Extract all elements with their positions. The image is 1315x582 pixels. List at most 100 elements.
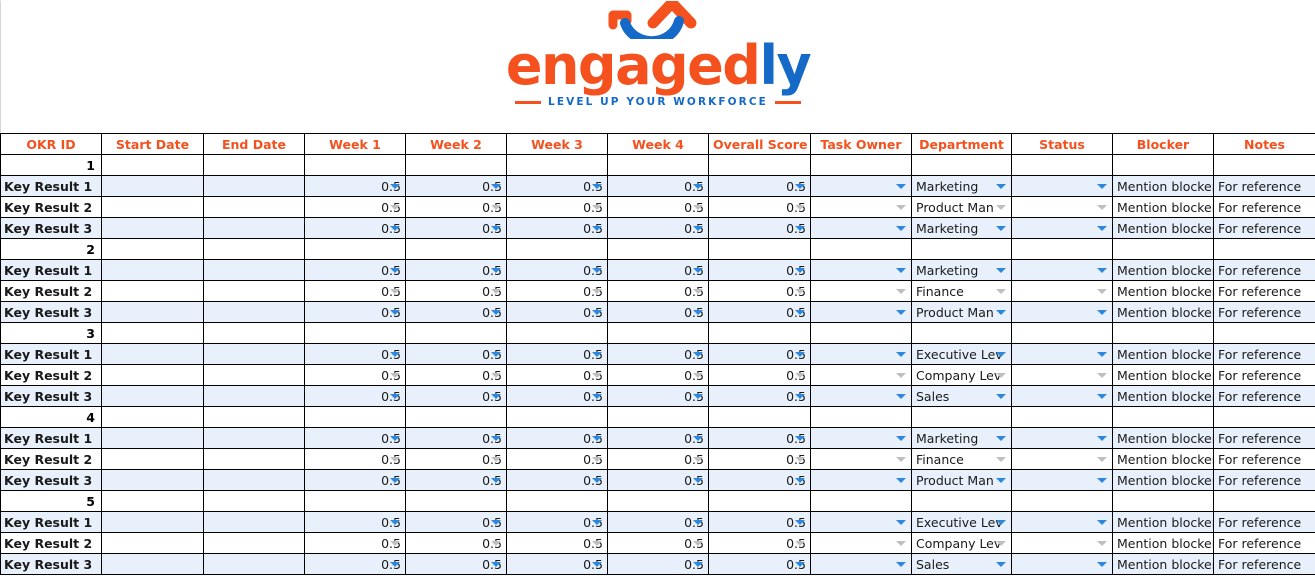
week-2-score[interactable]: 0.5	[405, 553, 507, 575]
overall-score[interactable]: 0.5	[708, 217, 811, 239]
blocker-cell[interactable]: Mention blocker	[1112, 364, 1214, 386]
week-4-score[interactable]: 0.5	[607, 364, 709, 386]
end-date-cell[interactable]	[203, 553, 305, 575]
chevron-down-icon[interactable]	[592, 373, 602, 378]
status-select[interactable]	[1011, 280, 1113, 302]
week-1-score[interactable]: 0.5	[304, 553, 406, 575]
chevron-down-icon[interactable]	[996, 520, 1006, 525]
chevron-down-icon[interactable]	[896, 184, 906, 189]
start-date-cell[interactable]	[101, 217, 204, 239]
overall-score[interactable]: 0.5	[708, 532, 811, 554]
status-select[interactable]	[1011, 448, 1113, 470]
department-select[interactable]: Finance	[911, 448, 1012, 470]
blocker-cell[interactable]: Mention blocker	[1112, 553, 1214, 575]
key-result-label[interactable]: Key Result 3	[0, 553, 102, 575]
empty-cell[interactable]	[1011, 322, 1113, 344]
chevron-down-icon[interactable]	[896, 478, 906, 483]
column-header-status[interactable]: Status	[1011, 133, 1113, 155]
end-date-cell[interactable]	[203, 175, 305, 197]
week-3-score[interactable]: 0.5	[506, 259, 608, 281]
empty-cell[interactable]	[607, 406, 709, 428]
key-result-label[interactable]: Key Result 2	[0, 364, 102, 386]
empty-cell[interactable]	[101, 490, 204, 512]
chevron-down-icon[interactable]	[996, 226, 1006, 231]
week-1-score[interactable]: 0.5	[304, 532, 406, 554]
chevron-down-icon[interactable]	[491, 478, 501, 483]
notes-cell[interactable]: For reference	[1213, 196, 1315, 218]
week-1-score[interactable]: 0.5	[304, 364, 406, 386]
empty-cell[interactable]	[506, 154, 608, 176]
overall-score[interactable]: 0.5	[708, 301, 811, 323]
task-owner-select[interactable]	[810, 217, 912, 239]
empty-cell[interactable]	[506, 238, 608, 260]
week-2-score[interactable]: 0.5	[405, 301, 507, 323]
chevron-down-icon[interactable]	[795, 562, 805, 567]
chevron-down-icon[interactable]	[693, 184, 703, 189]
week-2-score[interactable]: 0.5	[405, 196, 507, 218]
department-select[interactable]: Product Man	[911, 301, 1012, 323]
task-owner-select[interactable]	[810, 175, 912, 197]
start-date-cell[interactable]	[101, 175, 204, 197]
blocker-cell[interactable]: Mention blocker	[1112, 448, 1214, 470]
chevron-down-icon[interactable]	[1097, 205, 1107, 210]
chevron-down-icon[interactable]	[390, 352, 400, 357]
week-3-score[interactable]: 0.5	[506, 280, 608, 302]
chevron-down-icon[interactable]	[1097, 373, 1107, 378]
empty-cell[interactable]	[1213, 154, 1315, 176]
notes-cell[interactable]: For reference	[1213, 511, 1315, 533]
chevron-down-icon[interactable]	[693, 520, 703, 525]
week-2-score[interactable]: 0.5	[405, 511, 507, 533]
chevron-down-icon[interactable]	[592, 310, 602, 315]
status-select[interactable]	[1011, 196, 1113, 218]
chevron-down-icon[interactable]	[896, 289, 906, 294]
chevron-down-icon[interactable]	[390, 541, 400, 546]
chevron-down-icon[interactable]	[996, 205, 1006, 210]
week-4-score[interactable]: 0.5	[607, 469, 709, 491]
empty-cell[interactable]	[304, 238, 406, 260]
status-select[interactable]	[1011, 301, 1113, 323]
start-date-cell[interactable]	[101, 301, 204, 323]
chevron-down-icon[interactable]	[491, 457, 501, 462]
chevron-down-icon[interactable]	[693, 541, 703, 546]
chevron-down-icon[interactable]	[390, 184, 400, 189]
end-date-cell[interactable]	[203, 364, 305, 386]
column-header-notes[interactable]: Notes	[1213, 133, 1315, 155]
end-date-cell[interactable]	[203, 448, 305, 470]
empty-cell[interactable]	[607, 490, 709, 512]
chevron-down-icon[interactable]	[592, 436, 602, 441]
start-date-cell[interactable]	[101, 280, 204, 302]
week-4-score[interactable]: 0.5	[607, 301, 709, 323]
blocker-cell[interactable]: Mention blocker	[1112, 301, 1214, 323]
chevron-down-icon[interactable]	[896, 541, 906, 546]
chevron-down-icon[interactable]	[592, 205, 602, 210]
chevron-down-icon[interactable]	[996, 268, 1006, 273]
chevron-down-icon[interactable]	[795, 268, 805, 273]
overall-score[interactable]: 0.5	[708, 259, 811, 281]
chevron-down-icon[interactable]	[996, 478, 1006, 483]
start-date-cell[interactable]	[101, 448, 204, 470]
chevron-down-icon[interactable]	[896, 268, 906, 273]
chevron-down-icon[interactable]	[491, 289, 501, 294]
chevron-down-icon[interactable]	[390, 562, 400, 567]
task-owner-select[interactable]	[810, 259, 912, 281]
empty-cell[interactable]	[911, 406, 1012, 428]
empty-cell[interactable]	[304, 490, 406, 512]
empty-cell[interactable]	[810, 406, 912, 428]
chevron-down-icon[interactable]	[693, 205, 703, 210]
empty-cell[interactable]	[405, 406, 507, 428]
week-4-score[interactable]: 0.5	[607, 385, 709, 407]
status-select[interactable]	[1011, 553, 1113, 575]
overall-score[interactable]: 0.5	[708, 427, 811, 449]
chevron-down-icon[interactable]	[390, 373, 400, 378]
chevron-down-icon[interactable]	[795, 289, 805, 294]
chevron-down-icon[interactable]	[795, 184, 805, 189]
empty-cell[interactable]	[607, 322, 709, 344]
week-4-score[interactable]: 0.5	[607, 280, 709, 302]
key-result-label[interactable]: Key Result 1	[0, 343, 102, 365]
blocker-cell[interactable]: Mention blocker	[1112, 217, 1214, 239]
chevron-down-icon[interactable]	[592, 562, 602, 567]
week-2-score[interactable]: 0.5	[405, 280, 507, 302]
chevron-down-icon[interactable]	[896, 457, 906, 462]
chevron-down-icon[interactable]	[693, 478, 703, 483]
blocker-cell[interactable]: Mention blocker	[1112, 175, 1214, 197]
